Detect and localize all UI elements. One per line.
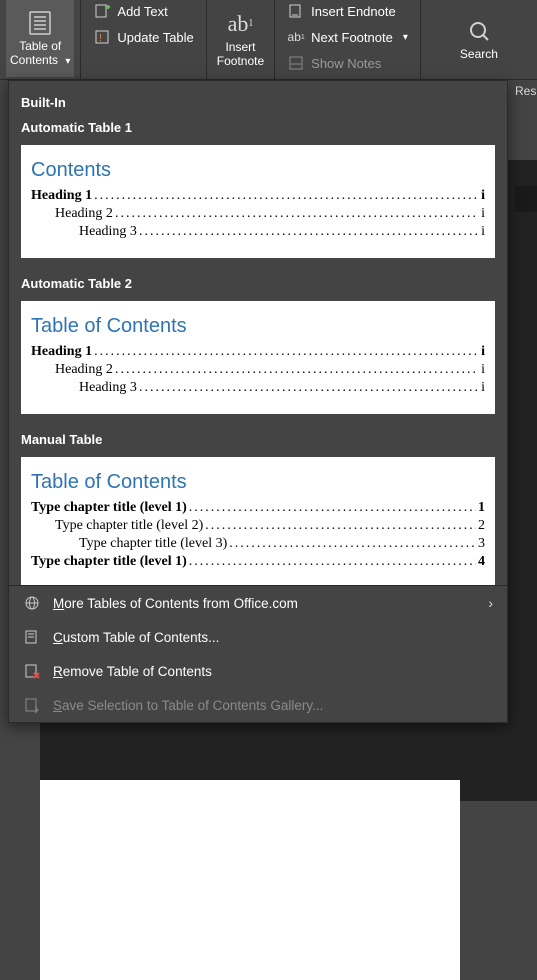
- search-icon: [463, 17, 495, 45]
- add-text-label: Add Text: [117, 4, 167, 19]
- gallery-item-auto1[interactable]: Contents Heading 1i Heading 2i Heading 3i: [21, 145, 495, 258]
- toc-button-label: Table of Contents ▾: [10, 39, 70, 69]
- toc-line: Type chapter title (level 3)3: [31, 536, 485, 552]
- auto2-label: Automatic Table 2: [21, 276, 495, 291]
- more-from-office-menu[interactable]: More Tables of Contents from Office.com …: [9, 586, 507, 620]
- menu-commands: More Tables of Contents from Office.com …: [9, 585, 507, 722]
- next-footnote-button[interactable]: ab1 Next Footnote ▾: [281, 26, 414, 48]
- toc-line: Type chapter title (level 2)2: [31, 518, 485, 534]
- add-text-button[interactable]: Add Text ▾: [87, 0, 199, 22]
- save-gallery-icon: [23, 696, 41, 714]
- toc-gallery-dropdown: Built-In Automatic Table 1 Contents Head…: [8, 80, 508, 723]
- toc-line: Heading 3i: [31, 224, 485, 240]
- gallery-item-manual[interactable]: Table of Contents Type chapter title (le…: [21, 457, 495, 585]
- ribbon-group-search: Search: [421, 0, 537, 79]
- custom-toc-icon: [23, 628, 41, 646]
- search-label: Search: [460, 47, 498, 61]
- toc-line: Heading 2i: [31, 362, 485, 378]
- ribbon-group-footnote: ab1 Insert Footnote: [207, 0, 275, 79]
- svg-text:!: !: [99, 33, 102, 44]
- toc-icon: [24, 9, 56, 37]
- update-table-label: Update Table: [117, 30, 193, 45]
- right-edge-fragment: Res: [513, 80, 537, 120]
- manual-lines: Type chapter title (level 1)1 Type chapte…: [31, 500, 485, 570]
- save-label: Save Selection to Table of Contents Gall…: [53, 698, 323, 713]
- insert-endnote-button[interactable]: Insert Endnote: [281, 0, 414, 22]
- chevron-down-icon: ▾: [65, 56, 70, 67]
- update-table-icon: !: [93, 28, 111, 46]
- chevron-down-icon: ▾: [403, 32, 408, 43]
- insert-footnote-button[interactable]: ab1 Insert Footnote: [213, 0, 268, 77]
- more-label: More Tables of Contents from Office.com: [53, 596, 298, 611]
- manual-label: Manual Table: [21, 432, 495, 447]
- auto2-lines: Heading 1i Heading 2i Heading 3i: [31, 344, 485, 396]
- toc-line: Heading 3i: [31, 380, 485, 396]
- table-of-contents-button[interactable]: Table of Contents ▾: [6, 0, 74, 77]
- toc-line: Heading 1i: [31, 188, 485, 204]
- show-notes-icon: [287, 54, 305, 72]
- show-notes-button[interactable]: Show Notes: [281, 52, 414, 74]
- chevron-right-icon: ›: [488, 595, 493, 611]
- ribbon-group-notes: Insert Endnote ab1 Next Footnote ▾ Show …: [275, 0, 421, 79]
- show-notes-label: Show Notes: [311, 56, 381, 71]
- custom-toc-menu[interactable]: Custom Table of Contents...: [9, 620, 507, 654]
- auto1-lines: Heading 1i Heading 2i Heading 3i: [31, 188, 485, 240]
- ribbon-group-update: Add Text ▾ ! Update Table: [81, 0, 206, 79]
- search-button[interactable]: Search: [456, 0, 502, 77]
- toc-line: Heading 2i: [31, 206, 485, 222]
- toc-line: Type chapter title (level 1)1: [31, 500, 485, 516]
- manual-title: Table of Contents: [31, 471, 485, 494]
- gallery-item-auto2[interactable]: Table of Contents Heading 1iHeading 2iHe…: [21, 301, 495, 414]
- update-table-button[interactable]: ! Update Table: [87, 26, 199, 48]
- toc-line: Type chapter title (level 1)4: [31, 554, 485, 570]
- custom-label: Custom Table of Contents...: [53, 630, 219, 645]
- insert-endnote-icon: [287, 2, 305, 20]
- toc-line: Heading 1i: [31, 344, 485, 360]
- remove-toc-menu[interactable]: Remove Table of Contents: [9, 654, 507, 688]
- scroll-indicator: [515, 186, 537, 212]
- auto2-title: Table of Contents: [31, 315, 485, 338]
- ribbon-group-toc: Table of Contents ▾: [0, 0, 81, 79]
- document-page: [40, 780, 460, 980]
- save-to-gallery-menu: Save Selection to Table of Contents Gall…: [9, 688, 507, 722]
- auto1-label: Automatic Table 1: [21, 120, 495, 135]
- insert-footnote-icon: ab1: [224, 10, 256, 38]
- next-footnote-label: Next Footnote: [311, 30, 393, 45]
- globe-icon: [23, 594, 41, 612]
- builtin-header: Built-In: [21, 95, 495, 110]
- remove-toc-icon: [23, 662, 41, 680]
- auto1-title: Contents: [31, 159, 485, 182]
- ribbon: Table of Contents ▾ Add Text ▾ ! Update …: [0, 0, 537, 80]
- insert-footnote-label: Insert Footnote: [217, 40, 264, 68]
- remove-label: Remove Table of Contents: [53, 664, 212, 679]
- add-text-icon: [93, 2, 111, 20]
- insert-endnote-label: Insert Endnote: [311, 4, 396, 19]
- next-footnote-icon: ab1: [287, 28, 305, 46]
